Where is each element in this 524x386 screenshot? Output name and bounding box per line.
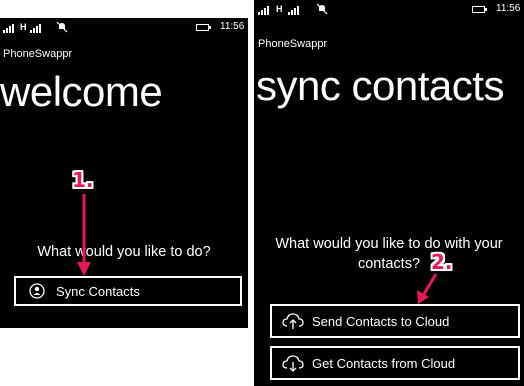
step-2-arrow-icon (417, 273, 438, 304)
